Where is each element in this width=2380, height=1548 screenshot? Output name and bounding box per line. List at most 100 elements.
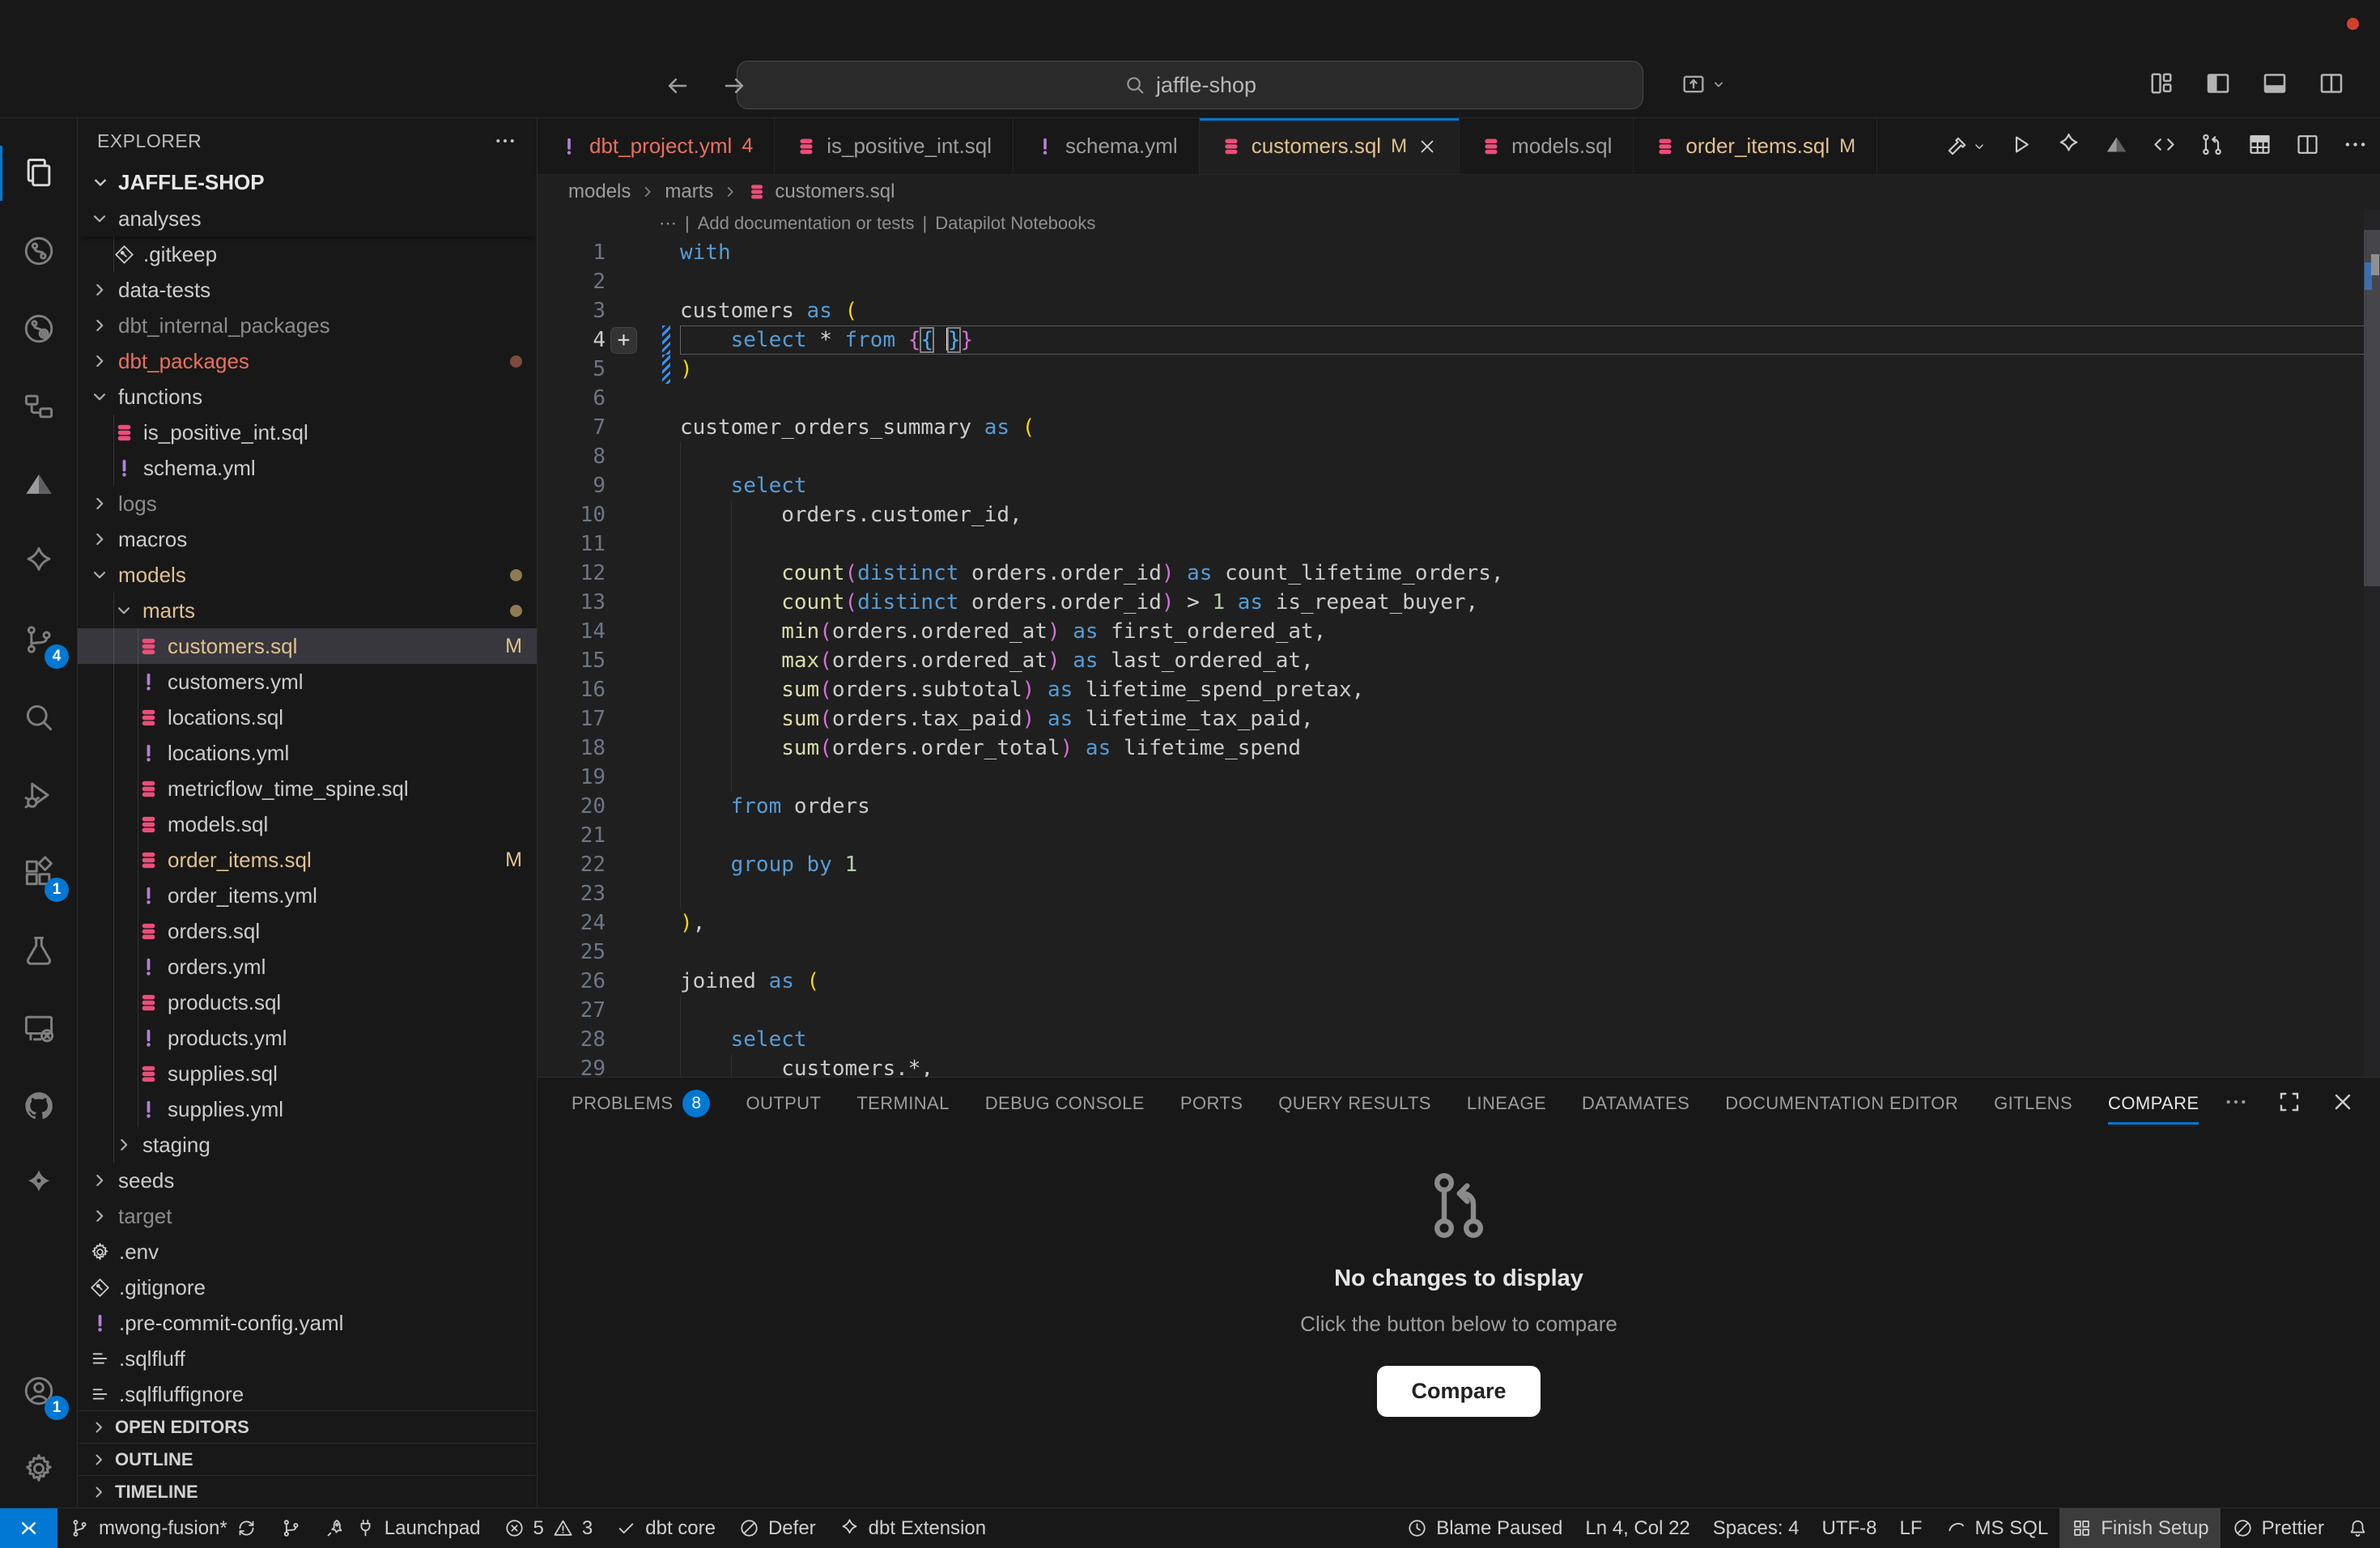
code-line-29[interactable]: 29 customers.*, <box>538 1054 2380 1077</box>
code-line-22[interactable]: 22 group by 1 <box>538 850 2380 879</box>
tab-models.sql[interactable]: models.sql <box>1460 118 1634 174</box>
panel-tab-debug-console[interactable]: DEBUG CONSOLE <box>985 1078 1145 1129</box>
activity-item-dbt[interactable] <box>0 523 77 601</box>
code-line-16[interactable]: 16 sum(orders.subtotal) as lifetime_spen… <box>538 675 2380 704</box>
code-line-18[interactable]: 18 sum(orders.order_total) as lifetime_s… <box>538 734 2380 763</box>
panel-tab-ports[interactable]: PORTS <box>1180 1078 1243 1129</box>
action-build[interactable] <box>1944 133 1987 159</box>
status-problems[interactable]: 53 <box>492 1508 605 1548</box>
codelens-datapilot-link[interactable]: Datapilot Notebooks <box>935 213 1095 234</box>
activity-item-flow[interactable] <box>0 368 77 445</box>
tree-item-supplies.sql[interactable]: supplies.sql <box>78 1056 537 1091</box>
maximize-panel-icon[interactable] <box>2276 1089 2302 1115</box>
activity-item-source-control[interactable]: 4 <box>0 601 77 678</box>
activity-item-search[interactable] <box>0 678 77 756</box>
activity-item-extensions[interactable]: 1 <box>0 834 77 912</box>
action-split[interactable] <box>2294 131 2321 162</box>
sidebar-section-outline[interactable]: OUTLINE <box>78 1443 537 1475</box>
code-line-3[interactable]: 3 customers as ( <box>538 296 2380 325</box>
share-button[interactable] <box>1680 70 1727 98</box>
action-tableIcon[interactable] <box>2246 131 2273 162</box>
tree-item-.env[interactable]: .env <box>78 1234 537 1269</box>
code-line-25[interactable]: 25 <box>538 938 2380 967</box>
code-line-20[interactable]: 20 from orders <box>538 792 2380 821</box>
code-line-4[interactable]: 4 + select * from {{ }} <box>538 325 2380 355</box>
code-line-17[interactable]: 17 sum(orders.tax_paid) as lifetime_tax_… <box>538 704 2380 734</box>
activity-item-account[interactable]: 1 <box>0 1352 77 1430</box>
tree-item-locations.yml[interactable]: locations.yml <box>78 735 537 771</box>
activity-item-mountain[interactable] <box>0 445 77 523</box>
sidebar-section-open-editors[interactable]: OPEN EDITORS <box>78 1410 537 1443</box>
code-line-19[interactable]: 19 <box>538 763 2380 792</box>
toggle-panel-icon[interactable] <box>2260 69 2289 98</box>
code-line-13[interactable]: 13 count(distinct orders.order_id) > 1 a… <box>538 588 2380 617</box>
code-line-9[interactable]: 9 select <box>538 471 2380 500</box>
tree-item-orders.yml[interactable]: orders.yml <box>78 949 537 985</box>
code-line-24[interactable]: 24 ), <box>538 908 2380 938</box>
code-editor[interactable]: ⋯ | Add documentation or tests | Datapil… <box>538 209 2380 1077</box>
panel-more-icon[interactable] <box>2223 1089 2249 1115</box>
tree-item-staging[interactable]: staging <box>78 1127 537 1163</box>
activity-item-dbt-power-user[interactable] <box>0 1145 77 1223</box>
action-dbt[interactable] <box>2055 131 2082 162</box>
tree-item-.sqlfluffignore[interactable]: .sqlfluffignore <box>78 1376 537 1410</box>
tab-customers.sql[interactable]: customers.sql M <box>1200 118 1460 174</box>
close-panel-icon[interactable] <box>2330 1089 2356 1115</box>
breadcrumb-item-models[interactable]: models <box>568 181 631 203</box>
action-mountain[interactable] <box>2103 131 2130 162</box>
codelens-add-docs-link[interactable]: Add documentation or tests <box>698 213 915 234</box>
tab-order_items.sql[interactable]: order_items.sql M <box>1634 118 1877 174</box>
tree-item-dbt_packages[interactable]: dbt_packages <box>78 343 537 379</box>
activity-item-github[interactable] <box>0 1067 77 1145</box>
code-line-2[interactable]: 2 <box>538 267 2380 296</box>
tree-item-data-tests[interactable]: data-tests <box>78 272 537 308</box>
customize-layout-icon[interactable] <box>2147 69 2176 98</box>
tree-item-logs[interactable]: logs <box>78 486 537 521</box>
code-line-26[interactable]: 26 joined as ( <box>538 967 2380 996</box>
code-line-8[interactable]: 8 <box>538 442 2380 471</box>
tree-item-.gitignore[interactable]: .gitignore <box>78 1269 537 1305</box>
status-cursor-position[interactable]: Ln 4, Col 22 <box>1574 1508 1701 1548</box>
code-line-28[interactable]: 28 select <box>538 1025 2380 1054</box>
tree-item-order_items.sql[interactable]: order_items.sqlM <box>78 842 537 878</box>
activity-item-remote-explorer[interactable] <box>0 989 77 1067</box>
panel-tab-documentation-editor[interactable]: DOCUMENTATION EDITOR <box>1725 1078 1958 1129</box>
add-annotation-button[interactable]: + <box>610 327 637 354</box>
panel-tab-terminal[interactable]: TERMINAL <box>856 1078 949 1129</box>
tree-item-products.sql[interactable]: products.sql <box>78 985 537 1020</box>
panel-tab-output[interactable]: OUTPUT <box>746 1078 821 1129</box>
tab-is_positive_int.sql[interactable]: is_positive_int.sql <box>775 118 1014 174</box>
tree-item-marts[interactable]: marts <box>78 593 537 628</box>
editor-scrollbar[interactable] <box>2364 209 2380 1077</box>
code-line-21[interactable]: 21 <box>538 821 2380 850</box>
status-language-mode[interactable]: MS SQL <box>1934 1508 2060 1548</box>
status-git-graph[interactable] <box>269 1508 313 1548</box>
status-dbt-extension[interactable]: dbt Extension <box>827 1508 997 1548</box>
activity-item-testing[interactable] <box>0 912 77 989</box>
status-eol[interactable]: LF <box>1889 1508 1934 1548</box>
toggle-secondary-sidebar-icon[interactable] <box>2317 69 2346 98</box>
status-prettier[interactable]: Prettier <box>2221 1508 2335 1548</box>
tree-item-macros[interactable]: macros <box>78 521 537 557</box>
tree-item-schema.yml[interactable]: schema.yml <box>78 450 537 486</box>
status-notifications[interactable] <box>2335 1508 2380 1548</box>
activity-item-scm-circle[interactable] <box>0 212 77 290</box>
back-arrow-icon[interactable] <box>664 72 691 100</box>
code-line-6[interactable]: 6 <box>538 384 2380 413</box>
action-more[interactable] <box>2342 131 2369 162</box>
tree-item-analyses[interactable]: analyses <box>78 201 537 236</box>
panel-tab-problems[interactable]: PROBLEMS 8 <box>572 1078 710 1129</box>
status-indentation[interactable]: Spaces: 4 <box>1702 1508 1811 1548</box>
code-line-14[interactable]: 14 min(orders.ordered_at) as first_order… <box>538 617 2380 646</box>
tree-item-customers.sql[interactable]: customers.sqlM <box>78 628 537 664</box>
code-line-12[interactable]: 12 count(distinct orders.order_id) as co… <box>538 559 2380 588</box>
tree-item-locations.sql[interactable]: locations.sql <box>78 700 537 735</box>
action-play[interactable] <box>2008 131 2034 162</box>
tree-item-order_items.yml[interactable]: order_items.yml <box>78 878 537 913</box>
status-defer[interactable]: Defer <box>727 1508 827 1548</box>
tree-item-.sqlfluff[interactable]: .sqlfluff <box>78 1341 537 1376</box>
forward-arrow-icon[interactable] <box>720 72 748 100</box>
activity-item-settings[interactable] <box>0 1430 77 1508</box>
code-line-27[interactable]: 27 <box>538 996 2380 1025</box>
breadcrumb-item-customers.sql[interactable]: customers.sql <box>775 181 895 203</box>
